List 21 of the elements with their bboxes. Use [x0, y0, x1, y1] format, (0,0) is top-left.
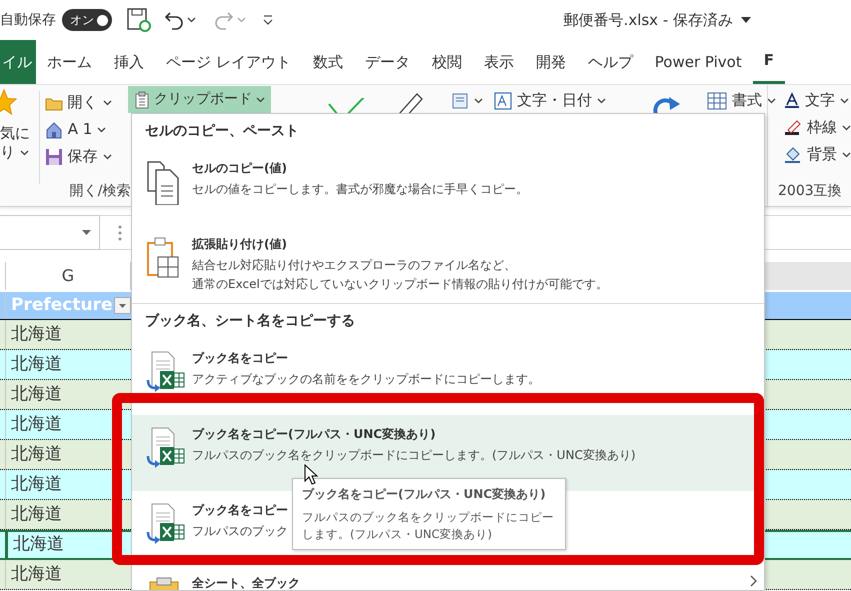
menu-item-description: 結合セル対応貼り付けやエクスプローラのファイル名など、: [192, 257, 517, 274]
section-header: ブック名、シート名をコピーする: [144, 312, 356, 331]
menu-item-title: 拡張貼り付け(値): [192, 236, 288, 253]
menu-item-description: セルの値をコピーします。書式が邪魔な場合に手早くコピー。: [192, 181, 528, 198]
header-cell-text: Prefecture: [11, 294, 113, 317]
window-title: 郵便番号.xlsx - 保存済み: [564, 10, 733, 31]
menu-item-title: 全シート、全ブック: [192, 575, 300, 590]
tooltip-text: フルパスのブック名をクリップボードにコピーします。(フルパス・UNC変換あり): [302, 509, 555, 543]
menu-item-title: ブック名をコピー: [192, 502, 288, 519]
favorites-label: 気に: [0, 124, 30, 143]
menu-item-title: ブック名をコピー: [192, 350, 289, 367]
menu-item-description: アクティブなブックの名前ををクリップボードにコピーします。: [192, 371, 540, 388]
section-header: セルのコピー、ペースト: [144, 122, 300, 141]
group-label: 開く/検索: [70, 182, 130, 201]
menu-item-description: 通常のExcelでは対応していないクリップボード情報の貼り付けが可能です。: [192, 276, 608, 293]
menu-item-description: フルパスのブック名をクリップボードにコピーします。(フルパス・UNC変換あり): [192, 447, 636, 464]
menu-item-description: フルパスのブック: [192, 523, 288, 540]
menu-item-title: ブック名をコピー(フルパス・UNC変換あり): [192, 426, 437, 443]
group-label: 2003互換: [778, 182, 842, 201]
menu-item-title: セルのコピー(値): [192, 160, 288, 177]
autosave-label: 自動保存: [0, 10, 56, 30]
